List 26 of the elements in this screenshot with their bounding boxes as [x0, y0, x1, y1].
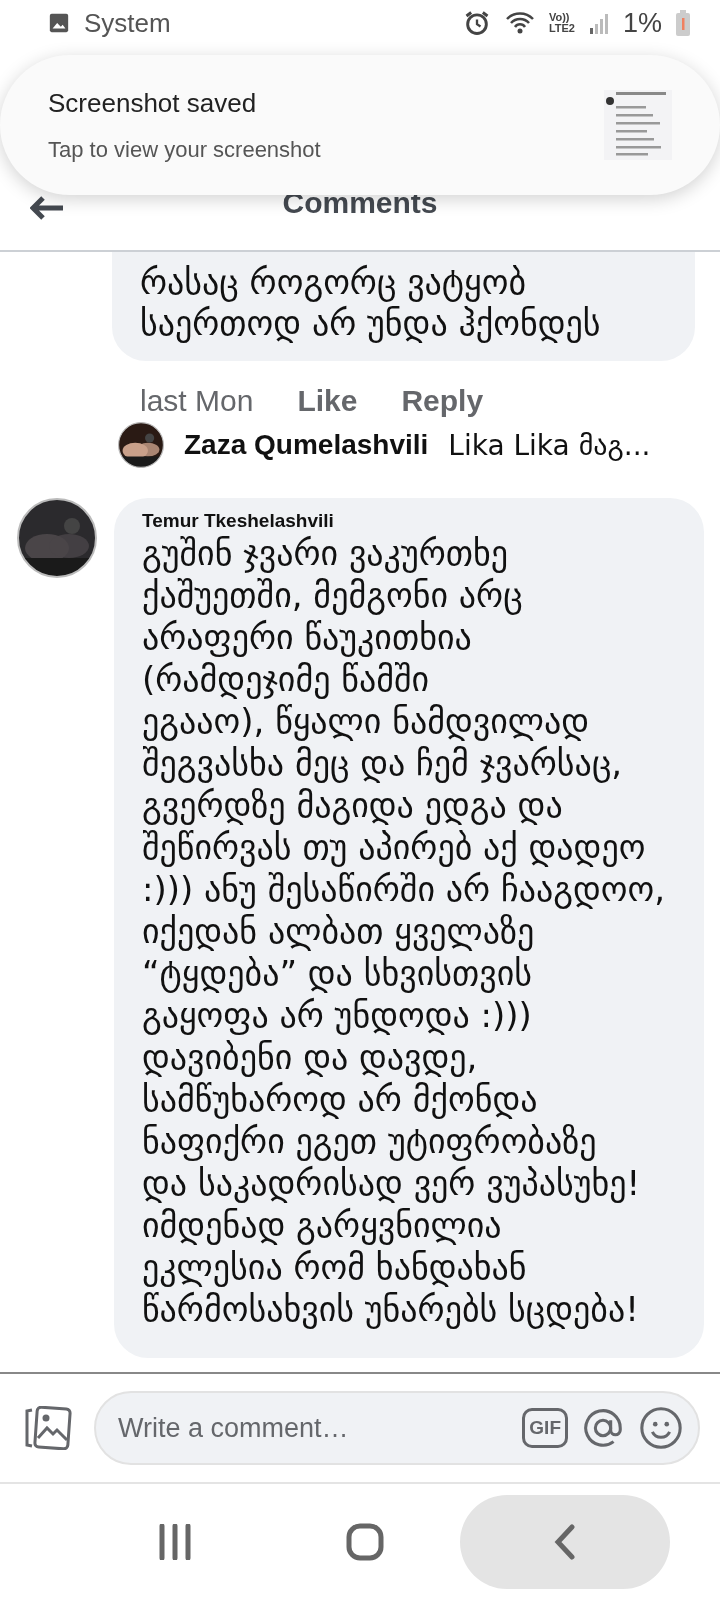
- comment-text: გუშინ ჯვარი ვაკურთხე ქაშუეთში, მემგონი არც არაფერი წაუკითხია (რამდეჯიმე წამში ეგააო), წყალი ნამდვილად შეგვასხა მეც და ჩემ ჯვარსაც, გვერდზე მაგიდა ედგა და შეწირვას თუ აპირებ აქ დადეო :))) ანუ შესაწირში არ ჩააგდოო, იქედან ალბათ ყველაზე “ტყდება” და სხვისთვის გაყოფა არ უნდოდა :))) დავიბენი და დავდე, სამწუხაროდ არ მქონდა ნაფიქრი ეგეთ უტიფრობაზე და საკადრისად ვერ ვუპასუხე! იმდენად გარყვნილია ეკლესია რომ ხანდახან წარმოსახვის უნარებს სცდება!: [142, 532, 667, 1330]
- image-icon: [48, 12, 70, 34]
- app-name: System: [84, 7, 171, 39]
- comment-time: last Mon: [140, 384, 254, 418]
- comment-field[interactable]: Write a comment… GIF: [94, 1391, 700, 1465]
- signal-icon: [588, 12, 609, 34]
- recent-apps-icon[interactable]: [158, 1524, 192, 1560]
- network-label: LTE2: [548, 23, 575, 34]
- volte-label: Vo)): [548, 12, 570, 23]
- reply-author[interactable]: Zaza Qumelashvili: [184, 429, 429, 461]
- emoji-icon[interactable]: [638, 1405, 684, 1451]
- battery-percent: 1%: [622, 7, 662, 39]
- notification-subtitle: Tap to view your screenshot: [48, 136, 322, 163]
- back-arrow-icon[interactable]: [30, 196, 64, 220]
- home-icon[interactable]: [346, 1523, 384, 1561]
- screenshot-notification[interactable]: Screenshot saved Tap to view your screenshot: [0, 55, 720, 195]
- photo-icon[interactable]: [24, 1406, 72, 1450]
- notification-title: Screenshot saved: [48, 87, 258, 119]
- reply-preview: Lika Lika მაგ...: [448, 428, 651, 462]
- comment-author[interactable]: Temur Tkeshelashvili: [142, 510, 676, 532]
- reply-link[interactable]: Reply: [401, 384, 484, 418]
- gif-button[interactable]: GIF: [522, 1408, 568, 1448]
- back-icon[interactable]: [554, 1524, 576, 1560]
- comment-text: რასაც როგორც ვატყობ საერთოდ არ უნდა ჰქონდეს: [140, 262, 602, 344]
- like-link[interactable]: Like: [297, 384, 358, 418]
- wifi-icon: [504, 10, 535, 36]
